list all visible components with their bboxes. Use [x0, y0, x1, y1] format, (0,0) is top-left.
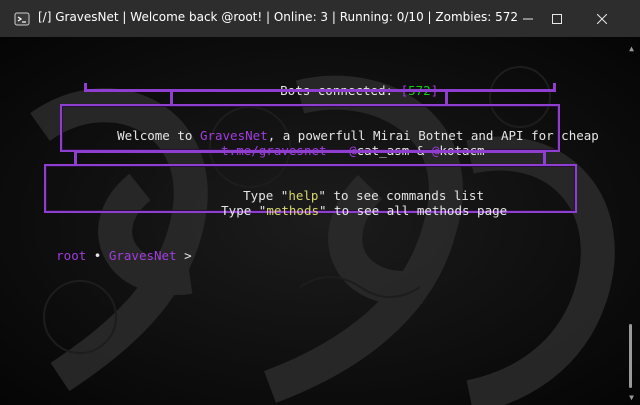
close-button[interactable] [582, 0, 622, 37]
prompt-user: root [56, 248, 87, 263]
middle-bracket [74, 150, 546, 153]
prompt-bullet: • [86, 248, 109, 263]
terminal-icon [14, 12, 30, 26]
methods-suffix: " to see all methods page [319, 203, 508, 218]
scrollbar-thumb[interactable] [629, 324, 632, 388]
top-bracket-right-tick [553, 83, 556, 91]
top-connector-left [170, 91, 173, 105]
scroll-up-arrow-icon[interactable]: ▲ [629, 44, 634, 53]
maximize-icon [552, 13, 562, 24]
close-icon [597, 13, 607, 24]
title-bar[interactable]: [/] GravesNet | Welcome back @root! | On… [0, 0, 640, 37]
prompt-arrow: > [176, 248, 192, 263]
maximize-button[interactable] [537, 0, 577, 37]
prompt-host: GravesNet [108, 248, 177, 263]
command-prompt[interactable]: root • GravesNet > [11, 233, 192, 278]
methods-command: methods [266, 203, 319, 218]
methods-prefix: Type " [221, 203, 267, 218]
top-connector-right [445, 91, 448, 105]
middle-connector-left [74, 150, 77, 164]
minimize-icon [523, 18, 533, 19]
top-bracket-left-tick [84, 83, 87, 91]
window-title: [/] GravesNet | Welcome back @root! | On… [38, 10, 518, 24]
terminal-area[interactable]: Bots connected: [572] Welcome to GravesN… [0, 37, 640, 405]
terminal-window: [/] GravesNet | Welcome back @root! | On… [0, 0, 640, 405]
middle-connector-right [543, 150, 546, 164]
methods-line: Type "methods" to see all methods page [176, 188, 507, 233]
top-bracket [84, 89, 556, 92]
scroll-down-arrow-icon[interactable]: ▼ [629, 393, 634, 402]
